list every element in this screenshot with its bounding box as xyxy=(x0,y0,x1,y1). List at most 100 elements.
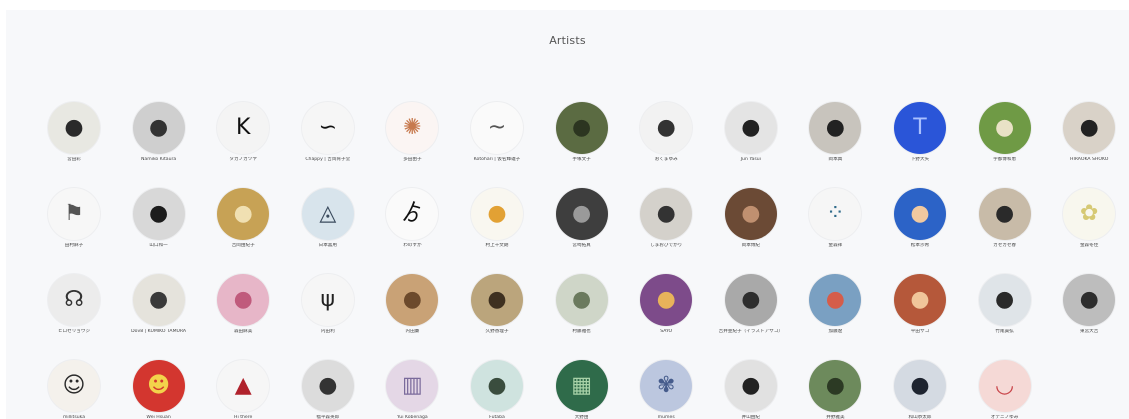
artist-card[interactable]: ● 和山恭太郎 xyxy=(880,360,960,419)
artist-card[interactable]: ψ 内田利 xyxy=(288,274,368,335)
artist-name[interactable]: 多田由子 xyxy=(372,157,452,163)
artist-avatar[interactable]: ~ xyxy=(471,102,523,154)
artist-name[interactable]: 宇都博和恵 xyxy=(965,157,1045,163)
artist-name[interactable]: おくまゆみ xyxy=(626,157,706,163)
artist-name[interactable]: 井野雅美 xyxy=(795,415,875,419)
artist-name[interactable]: ヒロセリョウジ xyxy=(34,329,114,335)
artist-avatar[interactable]: ● xyxy=(471,188,523,240)
artist-avatar[interactable]: ◬ xyxy=(301,188,354,240)
artist-name[interactable]: 内田廉 xyxy=(372,329,452,335)
artist-avatar[interactable]: ● xyxy=(809,274,862,326)
artist-name[interactable]: Dov8 | KUMIKO TAMURA xyxy=(119,329,199,335)
artist-name[interactable]: 宮田彩 xyxy=(34,157,114,163)
artist-avatar[interactable]: ● xyxy=(640,274,693,326)
artist-name[interactable]: 田村麻子 xyxy=(34,243,114,249)
artist-avatar[interactable]: ● xyxy=(640,102,693,154)
artist-card[interactable]: ● 竹尾貴弘 xyxy=(965,274,1045,335)
artist-avatar[interactable]: ● xyxy=(301,360,354,412)
artist-card[interactable]: ● 手塚文子 xyxy=(542,102,622,163)
artist-avatar[interactable]: ▥ xyxy=(386,360,439,412)
artist-card[interactable]: ✾ mumes xyxy=(626,360,706,419)
artist-card[interactable]: ● しまおひでかり xyxy=(626,188,706,249)
artist-card[interactable]: ● 井野雅美 xyxy=(795,360,875,419)
artist-avatar[interactable]: ● xyxy=(48,102,100,154)
artist-card[interactable]: ● HIRAOKA SHOKO xyxy=(1049,102,1129,163)
artist-avatar[interactable]: ✺ xyxy=(386,102,439,154)
artist-name[interactable]: 吉岡由紀子 xyxy=(203,243,283,249)
artist-name[interactable]: 大野由 xyxy=(542,415,622,419)
artist-card[interactable]: ∽ Chappy | 吉岡育子堂 xyxy=(288,102,368,163)
artist-name[interactable]: Jun Yasui xyxy=(711,157,791,163)
artist-name[interactable]: Yui Kobenaga xyxy=(372,415,452,419)
artist-name[interactable]: 東宮大吉 xyxy=(1049,329,1129,335)
artist-name[interactable]: 村上千文朗 xyxy=(457,243,537,249)
artist-name[interactable]: 村藤雅也 xyxy=(542,329,622,335)
artist-avatar[interactable]: ∽ xyxy=(301,102,354,154)
artist-avatar[interactable]: ☊ xyxy=(48,274,100,326)
artist-name[interactable]: Wei Hsuan xyxy=(119,415,199,419)
artist-name[interactable]: Namiko Kitaura xyxy=(119,157,199,163)
artist-card[interactable]: ● 松本沙希 xyxy=(880,188,960,249)
artist-name[interactable]: Hi there xyxy=(203,415,283,419)
artist-avatar[interactable]: ▦ xyxy=(555,360,608,412)
artist-card[interactable]: ● 山口和一 xyxy=(119,188,199,249)
artist-avatar[interactable]: ● xyxy=(555,102,608,154)
artist-card[interactable]: ● 久野香理子 xyxy=(457,274,537,335)
artist-name[interactable]: しまおひでかり xyxy=(626,243,706,249)
artist-name[interactable]: Futaba xyxy=(457,415,537,419)
artist-card[interactable]: ● SAYO xyxy=(626,274,706,335)
artist-card[interactable]: ☺ millitsuka xyxy=(34,360,114,419)
artist-card[interactable]: ● 平田サコ xyxy=(880,274,960,335)
artist-card[interactable]: ☊ ヒロセリョウジ xyxy=(34,274,114,335)
artist-name[interactable]: 岡本博紀 xyxy=(711,243,791,249)
artist-name[interactable]: 金森祥 xyxy=(795,243,875,249)
artist-name[interactable]: 井山由紀 xyxy=(711,415,791,419)
artist-name[interactable]: 手塚文子 xyxy=(542,157,622,163)
artist-name[interactable]: SAYO xyxy=(626,329,706,335)
artist-card[interactable]: ● Jun Yasui xyxy=(711,102,791,163)
artist-avatar[interactable]: ◡ xyxy=(978,360,1031,412)
artist-avatar[interactable]: ● xyxy=(1063,102,1116,154)
artist-card[interactable]: ● Namiko Kitaura xyxy=(119,102,199,163)
artist-avatar[interactable]: ● xyxy=(894,188,946,240)
artist-name[interactable]: タカノカツヤ xyxy=(203,157,283,163)
artist-avatar[interactable]: ● xyxy=(640,188,693,240)
artist-avatar[interactable]: ● xyxy=(1063,274,1116,326)
artist-name[interactable]: Kotohari | 仮名輝雄子 xyxy=(457,157,537,163)
artist-avatar[interactable]: ● xyxy=(978,188,1031,240)
artist-card[interactable]: ● 岡本博紀 xyxy=(711,188,791,249)
artist-card[interactable]: ◬ 日本喜用 xyxy=(288,188,368,249)
artist-name[interactable]: 福平森英郎 xyxy=(288,415,368,419)
artist-card[interactable]: ● 井山由紀 xyxy=(711,360,791,419)
artist-card[interactable]: K タカノカツヤ xyxy=(203,102,283,163)
artist-avatar[interactable]: ● xyxy=(386,274,439,326)
artist-avatar[interactable]: ● xyxy=(894,360,946,412)
artist-card[interactable]: ● 東宮大吉 xyxy=(1049,274,1129,335)
artist-name[interactable]: 日本喜用 xyxy=(288,243,368,249)
artist-avatar[interactable]: ⚑ xyxy=(48,188,100,240)
artist-card[interactable]: ✺ 多田由子 xyxy=(372,102,452,163)
artist-card[interactable]: ● 岡本典 xyxy=(795,102,875,163)
artist-avatar[interactable]: ✿ xyxy=(1063,188,1116,240)
artist-name[interactable]: カゼカゼ春 xyxy=(965,243,1045,249)
artist-avatar[interactable]: ● xyxy=(555,188,608,240)
artist-name[interactable]: 森田麻美 xyxy=(203,329,283,335)
artist-avatar[interactable]: ⁘ xyxy=(809,188,862,240)
artist-card[interactable]: ● 加藤遼 xyxy=(795,274,875,335)
artist-card[interactable]: ● 宮田彩 xyxy=(34,102,114,163)
artist-card[interactable]: ● 宇都博和恵 xyxy=(965,102,1045,163)
artist-avatar[interactable]: ● xyxy=(724,274,777,326)
artist-card[interactable]: ⚑ 田村麻子 xyxy=(34,188,114,249)
artist-avatar[interactable]: ゟ xyxy=(386,188,439,240)
artist-avatar[interactable]: ● xyxy=(217,188,270,240)
artist-name[interactable]: Chappy | 吉岡育子堂 xyxy=(288,157,368,163)
artist-name[interactable]: 加藤遼 xyxy=(795,329,875,335)
artist-avatar[interactable]: ● xyxy=(978,102,1031,154)
artist-card[interactable]: ~ Kotohari | 仮名輝雄子 xyxy=(457,102,537,163)
artist-name[interactable]: 竹尾貴弘 xyxy=(965,329,1045,335)
artist-card[interactable]: ▥ Yui Kobenaga xyxy=(372,360,452,419)
artist-card[interactable]: ⁘ 金森祥 xyxy=(795,188,875,249)
artist-avatar[interactable]: ● xyxy=(724,360,777,412)
artist-card[interactable]: ● 内田廉 xyxy=(372,274,452,335)
artist-avatar[interactable]: ψ xyxy=(301,274,354,326)
